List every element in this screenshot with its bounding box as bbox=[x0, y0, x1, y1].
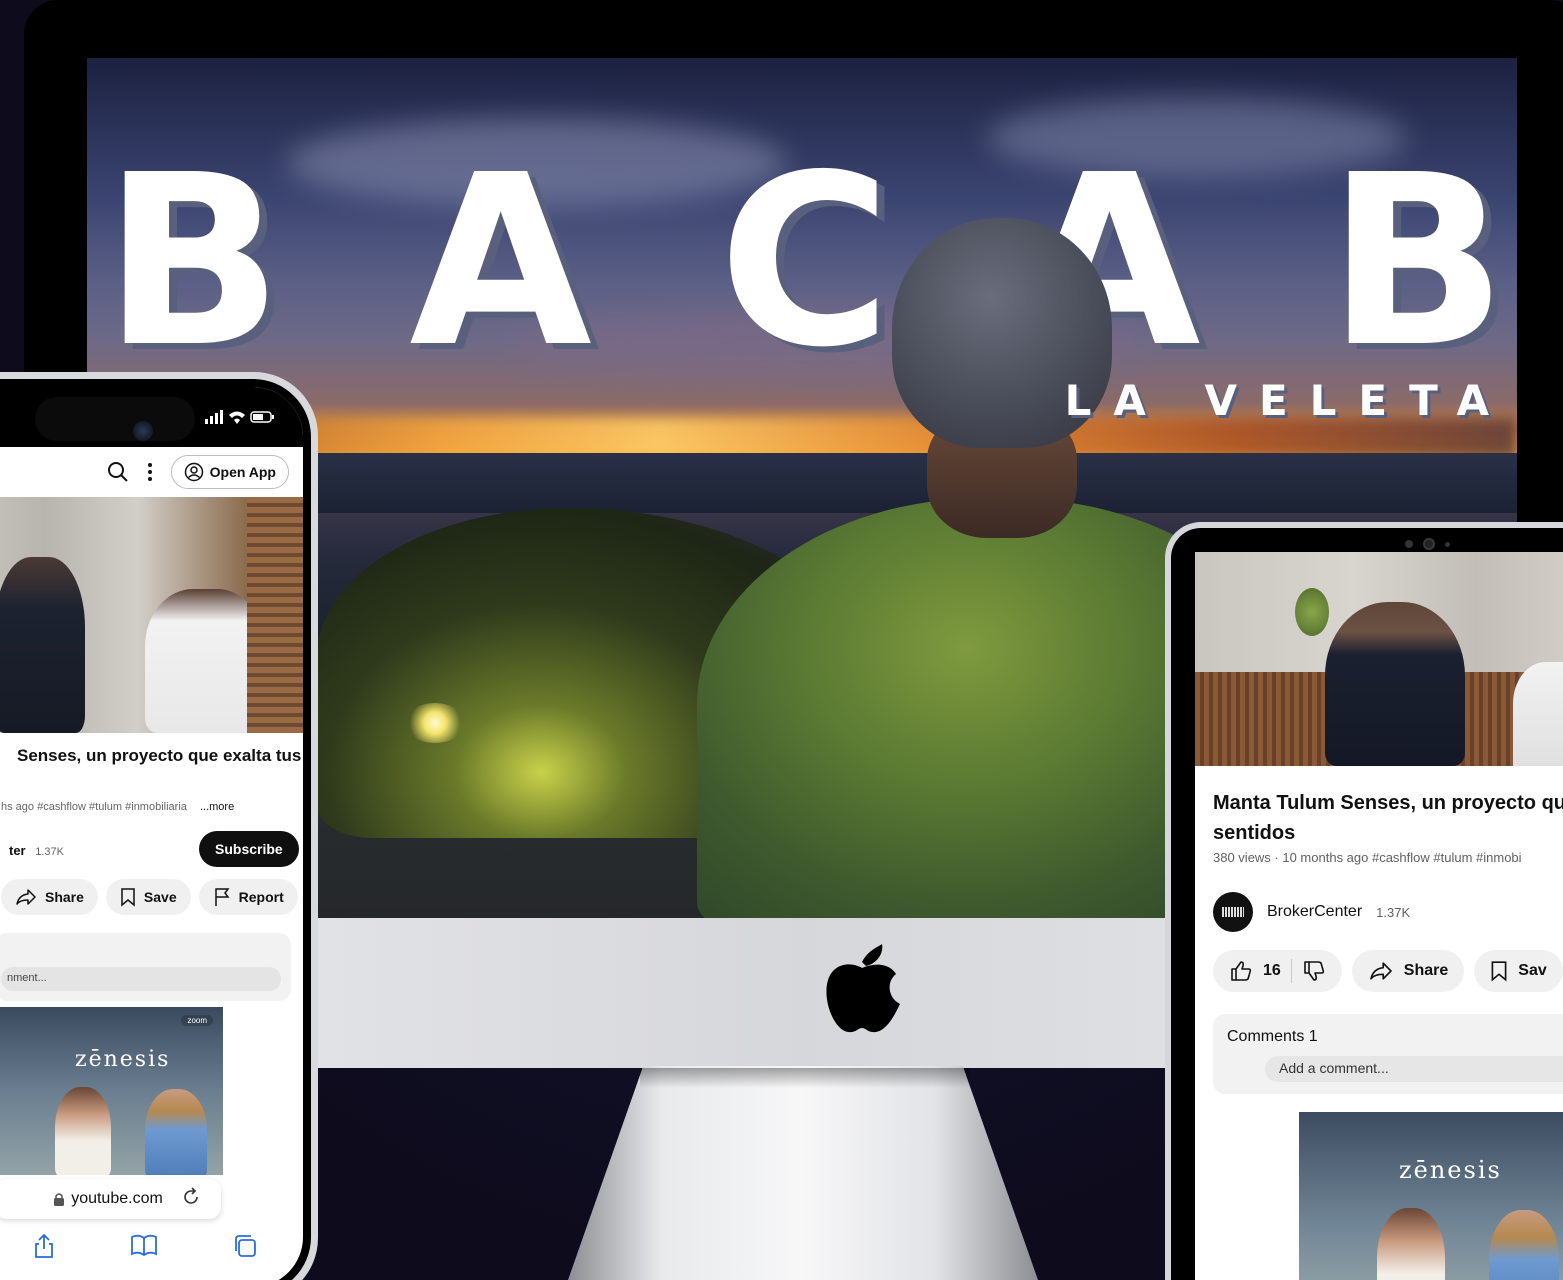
subscribe-button[interactable]: Subscribe bbox=[199, 831, 299, 867]
hero-title: B A C A B bbox=[87, 144, 1517, 380]
youtube-mobile-topbar: Open App bbox=[0, 447, 303, 497]
hero-letter: B bbox=[103, 124, 283, 399]
share-icon bbox=[1369, 962, 1392, 980]
report-button[interactable]: Report bbox=[198, 879, 298, 915]
hero-letter: C bbox=[718, 124, 892, 399]
flag-icon bbox=[214, 888, 230, 906]
video-plant bbox=[1295, 588, 1329, 636]
save-label: Save bbox=[143, 889, 177, 905]
account-icon bbox=[184, 462, 203, 482]
like-count: 16 bbox=[1263, 962, 1281, 979]
video-title-line: sentidos bbox=[1213, 822, 1296, 844]
description-more-link[interactable]: ...more bbox=[200, 801, 234, 813]
ad-person-man bbox=[1489, 1210, 1559, 1280]
front-camera-icon bbox=[133, 421, 153, 441]
zoom-badge: zoom bbox=[181, 1015, 213, 1026]
channel-subscribers: 1.37K bbox=[1376, 904, 1411, 920]
open-app-label: Open App bbox=[209, 464, 276, 480]
tabs-icon[interactable] bbox=[232, 1233, 258, 1259]
video-person-left bbox=[0, 557, 85, 733]
signal-wifi-battery-icon bbox=[205, 410, 274, 424]
video-player[interactable] bbox=[0, 497, 303, 733]
share-label: Share bbox=[45, 889, 84, 905]
share-icon bbox=[16, 889, 36, 905]
channel-name: ter bbox=[9, 843, 26, 858]
video-meta-text: hs ago #cashflow #tulum #inmobiliaria bbox=[1, 801, 187, 813]
ad-brand-logo: zēnesis bbox=[1399, 1156, 1502, 1184]
channel-name: BrokerCenter bbox=[1267, 903, 1363, 920]
comment-input[interactable]: Add a comment... bbox=[1265, 1056, 1563, 1082]
video-meta: 380 views · 10 months ago #cashflow #tul… bbox=[1213, 850, 1522, 865]
front-camera-icon bbox=[1423, 538, 1435, 550]
sensor-icon bbox=[1405, 540, 1413, 548]
iphone-bezel: Open App Senses, un proyecto que exalta … bbox=[0, 379, 311, 1280]
channel-row[interactable]: ter 1.37K bbox=[9, 843, 64, 858]
bookmark-icon bbox=[1491, 961, 1507, 982]
thumbs-up-icon[interactable] bbox=[1229, 959, 1253, 983]
sensor-icon bbox=[1445, 541, 1450, 547]
open-app-button[interactable]: Open App bbox=[170, 455, 289, 489]
video-actions: Share Save Report bbox=[1, 879, 298, 915]
iphone-device: Open App Senses, un proyecto que exalta … bbox=[0, 372, 318, 1280]
lock-icon bbox=[54, 1193, 65, 1206]
iphone-screen: Open App Senses, un proyecto que exalta … bbox=[0, 387, 303, 1280]
video-person-right bbox=[1513, 662, 1563, 766]
hero-subtitle: LA VELETA bbox=[1064, 376, 1511, 425]
ad-person-woman bbox=[1377, 1208, 1445, 1280]
save-button[interactable]: Save bbox=[105, 879, 191, 915]
more-vert-icon[interactable] bbox=[147, 461, 153, 483]
ipad-screen: Manta Tulum Senses, un proyecto qu senti… bbox=[1195, 552, 1563, 1280]
status-bar bbox=[0, 387, 303, 447]
thumbs-down-icon[interactable] bbox=[1302, 959, 1326, 983]
safari-address-bar[interactable]: youtube.com bbox=[0, 1179, 221, 1219]
report-label: Report bbox=[238, 889, 284, 905]
url-text: youtube.com bbox=[71, 1190, 163, 1207]
ad-banner[interactable]: zēnesis bbox=[1299, 1112, 1563, 1280]
ipad-bezel: Manta Tulum Senses, un proyecto qu senti… bbox=[1171, 528, 1563, 1280]
save-label: Sav bbox=[1518, 962, 1547, 979]
apple-logo-icon bbox=[826, 944, 900, 1033]
imac-stand bbox=[568, 1066, 1038, 1280]
video-title: Manta Tulum Senses, un proyecto qu senti… bbox=[1213, 788, 1563, 848]
video-title: Senses, un proyecto que exalta tus bbox=[17, 746, 302, 765]
avatar[interactable] bbox=[1213, 892, 1253, 932]
video-title-line: Manta Tulum Senses, un proyecto qu bbox=[1213, 792, 1563, 814]
reload-icon[interactable] bbox=[181, 1187, 201, 1207]
hero-letter: A bbox=[409, 124, 592, 399]
like-dislike-button[interactable]: 16 bbox=[1213, 950, 1342, 992]
share-button[interactable]: Share bbox=[1351, 950, 1465, 992]
comments-count-label: Comments 1 bbox=[1227, 1028, 1318, 1045]
video-actions: 16 Share Sav bbox=[1213, 950, 1563, 992]
bookmarks-icon[interactable] bbox=[130, 1233, 158, 1257]
video-player[interactable] bbox=[1195, 552, 1563, 766]
video-meta: hs ago #cashflow #tulum #inmobiliaria ..… bbox=[1, 801, 234, 813]
product-mockup-stage: B A C A B LA VELETA Open App Senses, un … bbox=[0, 0, 1563, 1280]
stand-shadow bbox=[640, 1068, 970, 1088]
ad-brand-logo: zēnesis bbox=[75, 1047, 171, 1072]
dynamic-island bbox=[35, 397, 195, 441]
status-icons bbox=[205, 409, 275, 429]
comment-input[interactable]: nment... bbox=[1, 967, 281, 991]
channel-subscribers: 1.37K bbox=[35, 846, 64, 858]
share-label: Share bbox=[1403, 962, 1449, 979]
video-wooden-shutter bbox=[247, 497, 303, 733]
save-button[interactable]: Sav bbox=[1474, 950, 1563, 992]
bookmark-icon bbox=[121, 888, 135, 907]
share-icon[interactable] bbox=[32, 1233, 56, 1259]
share-button[interactable]: Share bbox=[1, 879, 98, 915]
garden-light bbox=[405, 703, 465, 743]
hero-letter: B bbox=[1327, 124, 1507, 399]
video-person-left bbox=[1325, 602, 1465, 766]
safari-toolbar bbox=[0, 1233, 295, 1273]
ad-person-woman bbox=[55, 1087, 111, 1175]
ad-person-man bbox=[145, 1089, 207, 1175]
ad-banner[interactable]: zoom zēnesis bbox=[0, 1007, 223, 1175]
ipad-device: Manta Tulum Senses, un proyecto qu senti… bbox=[1165, 522, 1563, 1280]
divider bbox=[1290, 959, 1292, 983]
search-icon[interactable] bbox=[107, 461, 129, 483]
ipad-camera-array bbox=[1405, 538, 1450, 550]
channel-row[interactable]: BrokerCenter 1.37K bbox=[1213, 892, 1410, 932]
comments-section[interactable]: Comments 1 Add a comment... bbox=[1213, 1014, 1563, 1094]
